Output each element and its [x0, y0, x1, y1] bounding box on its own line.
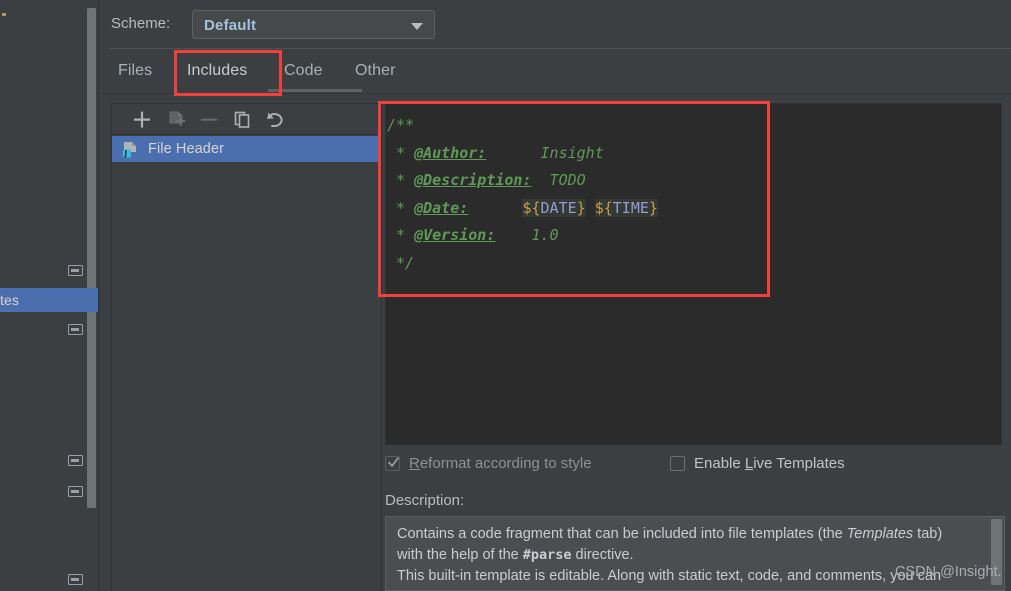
text-token: directive.	[571, 547, 634, 563]
javadoc-tag: @Date:	[414, 198, 469, 217]
code-text: Insight	[486, 143, 604, 162]
reformat-according-to-style-checkbox[interactable]: Reformat according to style	[385, 455, 592, 472]
description-line: This built-in template is editable. Alon…	[397, 566, 989, 587]
description-line: Contains a code fragment that can be inc…	[397, 524, 989, 545]
list-item-label: File Header	[148, 141, 225, 157]
checkmark-icon	[388, 457, 399, 467]
text-token: Contains a code fragment that can be inc…	[397, 526, 847, 542]
tab-files[interactable]: Files	[118, 49, 152, 93]
code-text: *	[387, 171, 415, 189]
includes-list[interactable]: J File Header	[112, 136, 381, 162]
emphasis-token: Templates	[846, 526, 914, 542]
svg-text:J: J	[123, 149, 127, 158]
copy-template-button[interactable]	[164, 108, 188, 131]
label-rest: ive Templates	[753, 455, 845, 472]
list-toolbar	[112, 104, 381, 135]
code-line: /**	[387, 112, 658, 140]
sidebar-item-label: tes	[0, 292, 19, 308]
java-file-icon: J	[123, 141, 136, 158]
text-token: tab)	[913, 526, 943, 542]
mnemonic: R	[409, 455, 420, 472]
description-scrollbar-thumb[interactable]	[991, 519, 1002, 585]
settings-node-icon	[68, 265, 83, 276]
sidebar-item[interactable]	[0, 480, 98, 504]
tab-bar: Files Includes Code Other	[102, 49, 1011, 93]
code-text: *	[387, 143, 415, 162]
tab-code[interactable]: Code	[284, 49, 323, 93]
javadoc-tag: @Author:	[414, 143, 487, 162]
template-code-editor[interactable]: /** * @Author: Insight * @Description: T…	[385, 103, 1002, 445]
remove-template-button[interactable]	[197, 108, 221, 131]
checkbox-label: Reformat according to style	[409, 455, 592, 472]
scheme-dropdown[interactable]: Default	[192, 10, 435, 39]
reset-button[interactable]	[262, 108, 286, 131]
text-token: with the help of the	[397, 547, 523, 563]
checkbox-box	[385, 456, 400, 471]
scheme-dropdown-value: Default	[204, 17, 257, 34]
code-line: */	[387, 250, 658, 278]
template-variable: ${TIME}	[594, 198, 658, 217]
template-code-text: /** * @Author: Insight * @Description: T…	[387, 112, 658, 277]
javadoc-tag: @Version:	[414, 226, 496, 244]
settings-node-icon	[68, 574, 83, 585]
tree-top-marker	[2, 13, 6, 16]
add-template-button[interactable]	[130, 108, 154, 131]
description-text: Contains a code fragment that can be inc…	[397, 524, 989, 590]
duplicate-icon	[234, 111, 250, 128]
code-text: *	[387, 226, 415, 244]
tab-includes[interactable]: Includes	[187, 49, 247, 93]
chevron-down-icon	[411, 23, 423, 30]
scheme-row: Scheme: Default	[102, 0, 1011, 49]
label-rest: eformat according to style	[419, 455, 592, 472]
description-line: also use the predefined variables that w…	[397, 587, 989, 590]
sidebar-item[interactable]	[0, 449, 98, 473]
options-row: Reformat according to style Enable Live …	[385, 455, 1005, 481]
includes-list-panel: J File Header	[111, 103, 382, 591]
label-pre: Enable	[694, 455, 745, 472]
mnemonic: L	[744, 455, 754, 472]
template-variable: ${DATE}	[522, 198, 586, 217]
revert-icon	[267, 112, 283, 127]
sidebar-item-file-and-code-templates[interactable]: tes	[0, 288, 98, 312]
code-line: * @Version: 1.0	[387, 222, 658, 250]
scheme-label: Scheme:	[111, 15, 171, 32]
code-line: * @Description: TODO	[387, 167, 658, 195]
code-text: /**	[387, 116, 415, 134]
active-tab-indicator	[268, 89, 362, 92]
description-label: Description:	[385, 492, 465, 509]
settings-dialog-file-and-code-templates: tes Scheme: Default Files Includes Code …	[0, 0, 1011, 591]
checkbox-box	[670, 456, 685, 471]
javadoc-tag: @Description:	[414, 171, 532, 189]
code-text: 1.0	[495, 226, 559, 244]
directive-token: #parse	[522, 547, 572, 563]
settings-node-icon	[68, 455, 83, 466]
text-token: This built-in template is editable. Alon…	[397, 568, 942, 584]
enable-live-templates-checkbox[interactable]: Enable Live Templates	[670, 455, 845, 472]
settings-node-icon	[68, 486, 83, 497]
code-text: TODO	[531, 171, 586, 189]
sidebar-item[interactable]	[0, 259, 98, 283]
code-line: * @Author: Insight	[387, 140, 658, 168]
minus-icon	[201, 118, 217, 121]
sidebar-item[interactable]	[0, 568, 98, 591]
settings-tree-scrollbar-thumb[interactable]	[87, 8, 96, 508]
sidebar-item[interactable]	[0, 318, 98, 342]
code-text: *	[387, 198, 415, 217]
checkbox-label: Enable Live Templates	[694, 455, 845, 472]
description-panel[interactable]: Contains a code fragment that can be inc…	[385, 516, 1005, 591]
duplicate-button[interactable]	[230, 108, 254, 131]
settings-node-icon	[68, 324, 83, 335]
description-line: with the help of the #parse directive.	[397, 545, 989, 566]
list-item[interactable]: J File Header	[112, 136, 381, 162]
code-text: */	[387, 253, 415, 272]
divider	[102, 93, 1011, 94]
settings-tree[interactable]: tes	[0, 0, 98, 591]
main-pane: Scheme: Default Files Includes Code Othe…	[102, 0, 1011, 591]
code-line: * @Date: ${DATE} ${TIME}	[387, 195, 658, 223]
add-file-icon	[169, 111, 185, 126]
plus-icon	[134, 111, 150, 128]
tab-other[interactable]: Other	[355, 49, 396, 93]
